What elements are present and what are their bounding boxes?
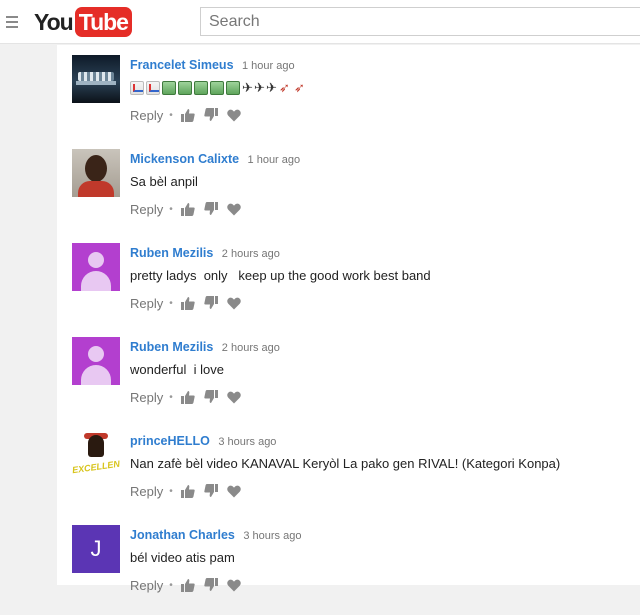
comment-item: Mickenson Calixte 1 hour ago Sa bèl anpi… [72, 149, 632, 239]
avatar-stamp-text: EXCELLENT [72, 457, 120, 476]
thumbs-down-icon[interactable] [203, 107, 219, 123]
comment-time[interactable]: 2 hours ago [222, 342, 280, 354]
comment-text: bél video atis pam [130, 550, 235, 565]
comment-text: wonderful i love [130, 362, 224, 377]
avatar[interactable]: J [72, 525, 120, 573]
author-name[interactable]: Jonathan Charles [130, 528, 235, 542]
comment-text: Sa bèl anpil [130, 174, 198, 189]
thumbs-up-icon[interactable] [180, 295, 196, 311]
avatar[interactable] [72, 55, 120, 103]
comment-time[interactable]: 3 hours ago [243, 530, 301, 542]
rocket-emoji-icon: ➶ [294, 80, 305, 95]
heart-icon[interactable] [226, 201, 242, 217]
heart-icon[interactable] [226, 483, 242, 499]
comment-actions: Reply • [130, 201, 249, 217]
thumbs-down-icon[interactable] [203, 483, 219, 499]
menu-icon[interactable] [6, 16, 18, 28]
money-emoji-icon [226, 81, 240, 95]
comment-actions: Reply • [130, 577, 249, 593]
separator-dot: • [169, 579, 173, 591]
thumbs-down-icon[interactable] [203, 389, 219, 405]
heart-icon[interactable] [226, 295, 242, 311]
thumbs-up-icon[interactable] [180, 201, 196, 217]
comment-text: Nan zafè bèl video KANAVAL Keryòl La pak… [130, 456, 561, 471]
comment-meta: Mickenson Calixte 1 hour ago [130, 150, 300, 168]
avatar[interactable] [72, 149, 120, 197]
comment-item: Ruben Mezilis 2 hours ago pretty ladys o… [72, 243, 632, 333]
reply-button[interactable]: Reply [130, 578, 163, 593]
airplane-emoji-icon: ✈ [266, 80, 277, 95]
rocket-emoji-icon: ➶ [279, 80, 290, 95]
airplane-emoji-icon: ✈ [254, 80, 265, 95]
avatar[interactable] [72, 243, 120, 291]
comment-time[interactable]: 1 hour ago [242, 60, 295, 72]
comment-text: pretty ladys only keep up the good work … [130, 268, 431, 283]
thumbs-up-icon[interactable] [180, 577, 196, 593]
thumbs-down-icon[interactable] [203, 577, 219, 593]
heart-icon[interactable] [226, 389, 242, 405]
separator-dot: • [169, 109, 173, 121]
separator-dot: • [169, 203, 173, 215]
money-emoji-icon [210, 81, 224, 95]
author-name[interactable]: Mickenson Calixte [130, 152, 239, 166]
comment-time[interactable]: 1 hour ago [248, 154, 301, 166]
comment-time[interactable]: 3 hours ago [218, 436, 276, 448]
comment-meta: Ruben Mezilis 2 hours ago [130, 338, 280, 356]
logo-you-text: You [34, 8, 74, 35]
reply-button[interactable]: Reply [130, 202, 163, 217]
comment-time[interactable]: 2 hours ago [222, 248, 280, 260]
author-name[interactable]: Ruben Mezilis [130, 246, 213, 260]
reply-button[interactable]: Reply [130, 390, 163, 405]
youtube-logo[interactable]: You Tube [34, 7, 132, 37]
comment-item: Francelet Simeus 1 hour ago ✈ ✈ ✈ ➶ ➶ Re… [72, 55, 632, 145]
comment-actions: Reply • [130, 295, 249, 311]
heart-icon[interactable] [226, 107, 242, 123]
author-name[interactable]: Ruben Mezilis [130, 340, 213, 354]
thumbs-down-icon[interactable] [203, 201, 219, 217]
comments-panel: Francelet Simeus 1 hour ago ✈ ✈ ✈ ➶ ➶ Re… [57, 45, 640, 593]
top-bar: You Tube [0, 0, 640, 44]
thumbs-down-icon[interactable] [203, 295, 219, 311]
comment-meta: Ruben Mezilis 2 hours ago [130, 244, 280, 262]
chart-emoji-icon [146, 81, 160, 95]
heart-icon[interactable] [226, 577, 242, 593]
separator-dot: • [169, 391, 173, 403]
author-name[interactable]: princeHELLO [130, 434, 210, 448]
money-emoji-icon [162, 81, 176, 95]
thumbs-up-icon[interactable] [180, 483, 196, 499]
reply-button[interactable]: Reply [130, 108, 163, 123]
comment-item: Ruben Mezilis 2 hours ago wonderful i lo… [72, 337, 632, 427]
comment-item: EXCELLENT princeHELLO 3 hours ago Nan za… [72, 431, 632, 521]
search-input[interactable] [200, 7, 640, 36]
chart-emoji-icon [130, 81, 144, 95]
logo-tube-text: Tube [74, 7, 132, 37]
comment-item: J Jonathan Charles 3 hours ago bél video… [72, 525, 632, 615]
avatar[interactable] [72, 337, 120, 385]
thumbs-up-icon[interactable] [180, 389, 196, 405]
separator-dot: • [169, 297, 173, 309]
separator-dot: • [169, 485, 173, 497]
author-name[interactable]: Francelet Simeus [130, 58, 234, 72]
money-emoji-icon [194, 81, 208, 95]
reply-button[interactable]: Reply [130, 484, 163, 499]
avatar[interactable]: EXCELLENT [72, 431, 120, 479]
comment-actions: Reply • [130, 107, 249, 123]
comment-text: ✈ ✈ ✈ ➶ ➶ [130, 80, 308, 96]
comment-actions: Reply • [130, 389, 249, 405]
airplane-emoji-icon: ✈ [242, 80, 253, 95]
comment-meta: Francelet Simeus 1 hour ago [130, 56, 295, 74]
reply-button[interactable]: Reply [130, 296, 163, 311]
money-emoji-icon [178, 81, 192, 95]
thumbs-up-icon[interactable] [180, 107, 196, 123]
comment-meta: princeHELLO 3 hours ago [130, 432, 276, 450]
comment-actions: Reply • [130, 483, 249, 499]
comment-meta: Jonathan Charles 3 hours ago [130, 526, 301, 544]
